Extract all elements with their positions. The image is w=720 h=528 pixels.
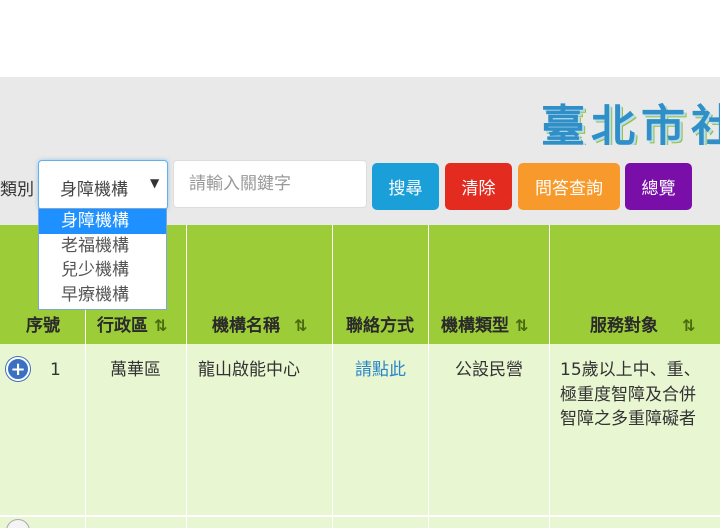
browse-button[interactable]: 總覽 [625,163,692,210]
sort-icon[interactable]: ⇅ [154,316,167,335]
col-header-district[interactable]: 行政區 ⇅ [97,311,167,336]
cell-name: 龍山啟能中心 [198,360,300,380]
plus-circle-icon[interactable]: + [6,357,30,381]
column-divider [428,225,429,528]
cell-index: 1 [50,360,61,380]
sort-icon[interactable]: ⇅ [515,316,528,335]
col-header-type[interactable]: 機構類型 ⇅ [441,311,528,336]
page: 臺北市社 類別 身障機構 ▼ 搜尋 清除 問答查詢 總覽 序號 行政區⇅ 機構名… [0,0,720,528]
cell-district: 萬華區 [110,360,161,380]
dropdown-option[interactable]: 身障機構 [39,209,166,234]
column-divider [549,225,550,528]
row-divider [0,515,720,517]
dropdown-option[interactable]: 早療機構 [39,283,166,308]
clear-button[interactable]: 清除 [445,163,512,210]
col-header-index[interactable]: 序號 [26,311,60,336]
caret-down-icon: ▼ [150,176,160,190]
dropdown-option[interactable]: 老福機構 [39,234,166,259]
keyword-input[interactable] [173,160,367,208]
search-button[interactable]: 搜尋 [372,163,439,210]
column-divider [186,225,187,528]
category-dropdown: 身障機構 老福機構 兒少機構 早療機構 [38,208,167,310]
col-header-target[interactable]: 服務對象 ⇅ [590,311,695,336]
sort-icon[interactable]: ⇅ [294,316,307,335]
col-header-contact[interactable]: 聯絡方式 [346,311,414,336]
contact-link[interactable]: 請點此 [355,358,406,383]
column-divider [332,225,333,528]
faq-button[interactable]: 問答查詢 [518,163,620,210]
category-selected-value: 身障機構 [60,180,128,200]
dropdown-option[interactable]: 兒少機構 [39,258,166,283]
cell-target: 15歲以上中、重、 極重度智障及合併 智障之多重障礙者 [560,360,701,429]
cell-type: 公設民營 [455,360,523,380]
category-select[interactable]: 身障機構 ▼ [38,160,168,210]
top-blank [0,0,720,77]
sort-icon[interactable]: ⇅ [682,316,695,335]
category-label: 類別 [0,180,34,200]
col-header-name[interactable]: 機構名稱 ⇅ [212,311,307,336]
